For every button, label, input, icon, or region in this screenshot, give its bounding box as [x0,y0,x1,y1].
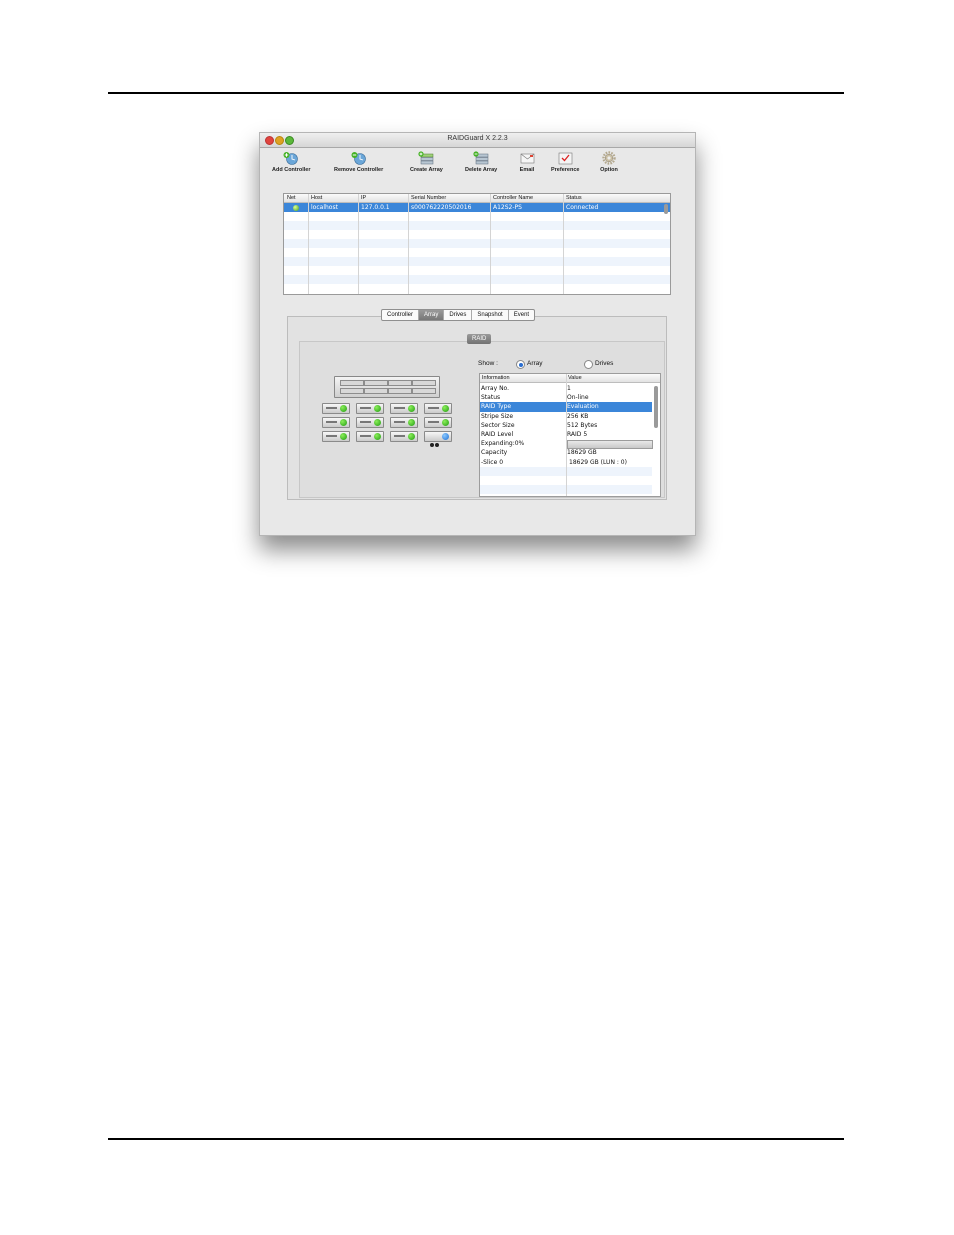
create-array-button[interactable]: Create Array [410,151,443,173]
email-button[interactable]: Email [518,151,536,173]
array-info-header: Information Value [480,374,660,383]
drive-slot-icon[interactable] [390,403,418,414]
drive-slot-icon[interactable] [424,403,452,414]
tab-controller[interactable]: Controller [382,310,420,320]
enclosure-icon [334,376,440,398]
remove-controller-button[interactable]: Remove Controller [334,151,383,173]
array-info-scrollbar[interactable] [654,386,658,428]
option-button[interactable]: Option [600,151,618,173]
net-status-icon [293,204,299,211]
spare-drive-icon[interactable] [424,431,452,447]
table-row [284,221,670,230]
column-header-information[interactable]: Information [482,375,510,381]
app-window: RAIDGuard X 2.2.3 Add Controller Remove … [259,132,696,536]
footer-rule [108,1138,844,1140]
add-controller-icon [282,151,300,165]
column-divider [490,194,491,294]
controller-table-header: Net Host IP Serial Number Controller Nam… [284,194,670,203]
column-header-host[interactable]: Host [311,195,322,201]
email-icon [518,151,536,165]
add-controller-label: Add Controller [272,167,311,173]
column-header-status[interactable]: Status [566,195,582,201]
controller-ip: 127.0.0.1 [361,204,390,211]
controller-table-scrollbar[interactable] [664,204,668,214]
remove-controller-icon [350,151,368,165]
option-label: Option [600,167,618,173]
drive-slot-icon[interactable] [390,431,418,442]
table-row [284,239,670,248]
column-divider [358,194,359,294]
array-info-table: Information Value Array No. 1 Status On-li… [479,373,661,497]
controller-row[interactable]: localhost 127.0.0.1 s000762220502016 A12… [284,203,670,212]
delete-array-icon [472,151,490,165]
column-header-controller-name[interactable]: Controller Name [493,195,533,201]
add-controller-button[interactable]: Add Controller [272,151,311,173]
controller-status: Connected [566,204,599,211]
preference-icon [556,151,574,165]
delete-array-button[interactable]: Delete Array [465,151,497,173]
tab-event[interactable]: Event [509,310,534,320]
toolbar: Add Controller Remove Controller Create … [260,148,695,182]
table-row [284,275,670,284]
preference-label: Preference [551,167,580,173]
create-array-label: Create Array [410,167,443,173]
column-header-serial-number[interactable]: Serial Number [411,195,446,201]
tab-array[interactable]: Array [419,310,445,320]
email-label: Email [519,167,535,173]
preference-button[interactable]: Preference [551,151,579,173]
show-drives-radio[interactable] [584,360,593,369]
controller-table: Net Host IP Serial Number Controller Nam… [283,193,671,295]
controller-serial: s000762220502016 [411,204,472,211]
column-divider [563,194,564,294]
column-header-ip[interactable]: IP [361,195,366,201]
title-bar: RAIDGuard X 2.2.3 [260,133,695,148]
column-header-net[interactable]: Net [287,195,296,201]
remove-controller-label: Remove Controller [334,167,384,173]
drive-slot-icon[interactable] [390,417,418,428]
header-rule [108,92,844,94]
gear-icon [600,151,618,165]
drive-slot-icon[interactable] [356,431,384,442]
controller-name: A12S2-PS [493,204,522,211]
drive-slot-icon[interactable] [356,417,384,428]
delete-array-label: Delete Array [465,167,498,173]
column-divider [566,374,567,496]
controller-host: localhost [311,204,338,211]
show-array-radio[interactable] [516,360,525,369]
tab-snapshot[interactable]: Snapshot [472,310,509,320]
show-label: Show : [478,360,498,367]
column-header-value[interactable]: Value [568,375,582,381]
window-title: RAIDGuard X 2.2.3 [447,135,508,142]
drive-slot-icon[interactable] [322,403,350,414]
show-array-label: Array [527,360,543,367]
drive-slot-icon[interactable] [424,417,452,428]
tab-bar: Controller Array Drives Snapshot Event [381,309,536,321]
show-drives-label: Drives [595,360,614,367]
raid-button[interactable]: RAID [467,334,492,344]
column-divider [308,194,309,294]
table-row [284,257,670,266]
drive-slot-icon[interactable] [322,431,350,442]
tab-drives[interactable]: Drives [444,310,473,320]
drive-slot-icon[interactable] [356,403,384,414]
column-divider [408,194,409,294]
create-array-icon [417,151,435,165]
drive-slot-icon[interactable] [322,417,350,428]
